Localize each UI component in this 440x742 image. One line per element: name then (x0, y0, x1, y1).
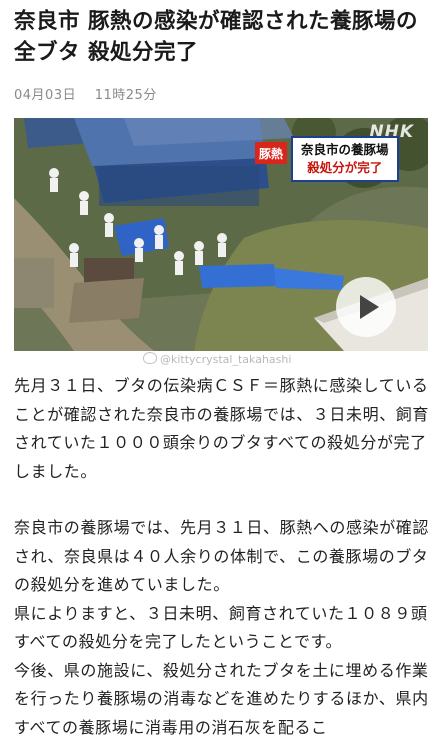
play-button[interactable] (336, 277, 396, 337)
play-icon (360, 295, 379, 319)
caption-line-2: 殺処分が完了 (301, 159, 389, 177)
article-title: 奈良市 豚熱の感染が確認された養豚場の全ブタ 殺処分完了 (14, 6, 430, 68)
caption-line-1: 奈良市の養豚場 (301, 141, 389, 159)
article-time: 11時25分 (95, 88, 157, 103)
article-paragraph: 今後、県の施設に、殺処分されたブタを土に埋める作業を行ったり養豚場の消毒などを進… (14, 657, 432, 742)
article-paragraph: 県によりますと、３日未明、飼育されていた１０８９頭すべての殺処分を完了したという… (14, 600, 432, 657)
caption-tag: 豚熱 (255, 142, 287, 164)
article-paragraph: 奈良市の養豚場では、先月３１日、豚熱への感染が確認され、奈良県は４０人余りの体制… (14, 514, 432, 600)
watermark: @kittycrystal_takahashi (143, 352, 291, 366)
article-body: 先月３１日、ブタの伝染病ＣＳＦ＝豚熱に感染していることが確認された奈良市の養豚場… (14, 372, 432, 742)
caption-main: 奈良市の養豚場 殺処分が完了 (291, 136, 399, 182)
watermark-text: @kittycrystal_takahashi (160, 353, 291, 366)
video-player[interactable]: NHK 豚熱 奈良市の養豚場 殺処分が完了 (14, 118, 428, 351)
article-date: 04月03日 (14, 88, 76, 103)
weibo-icon (143, 352, 157, 364)
article-meta: 04月03日 11時25分 (14, 84, 171, 103)
video-caption: 豚熱 奈良市の養豚場 殺処分が完了 (255, 136, 399, 182)
article-paragraph: 先月３１日、ブタの伝染病ＣＳＦ＝豚熱に感染していることが確認された奈良市の養豚場… (14, 372, 432, 486)
